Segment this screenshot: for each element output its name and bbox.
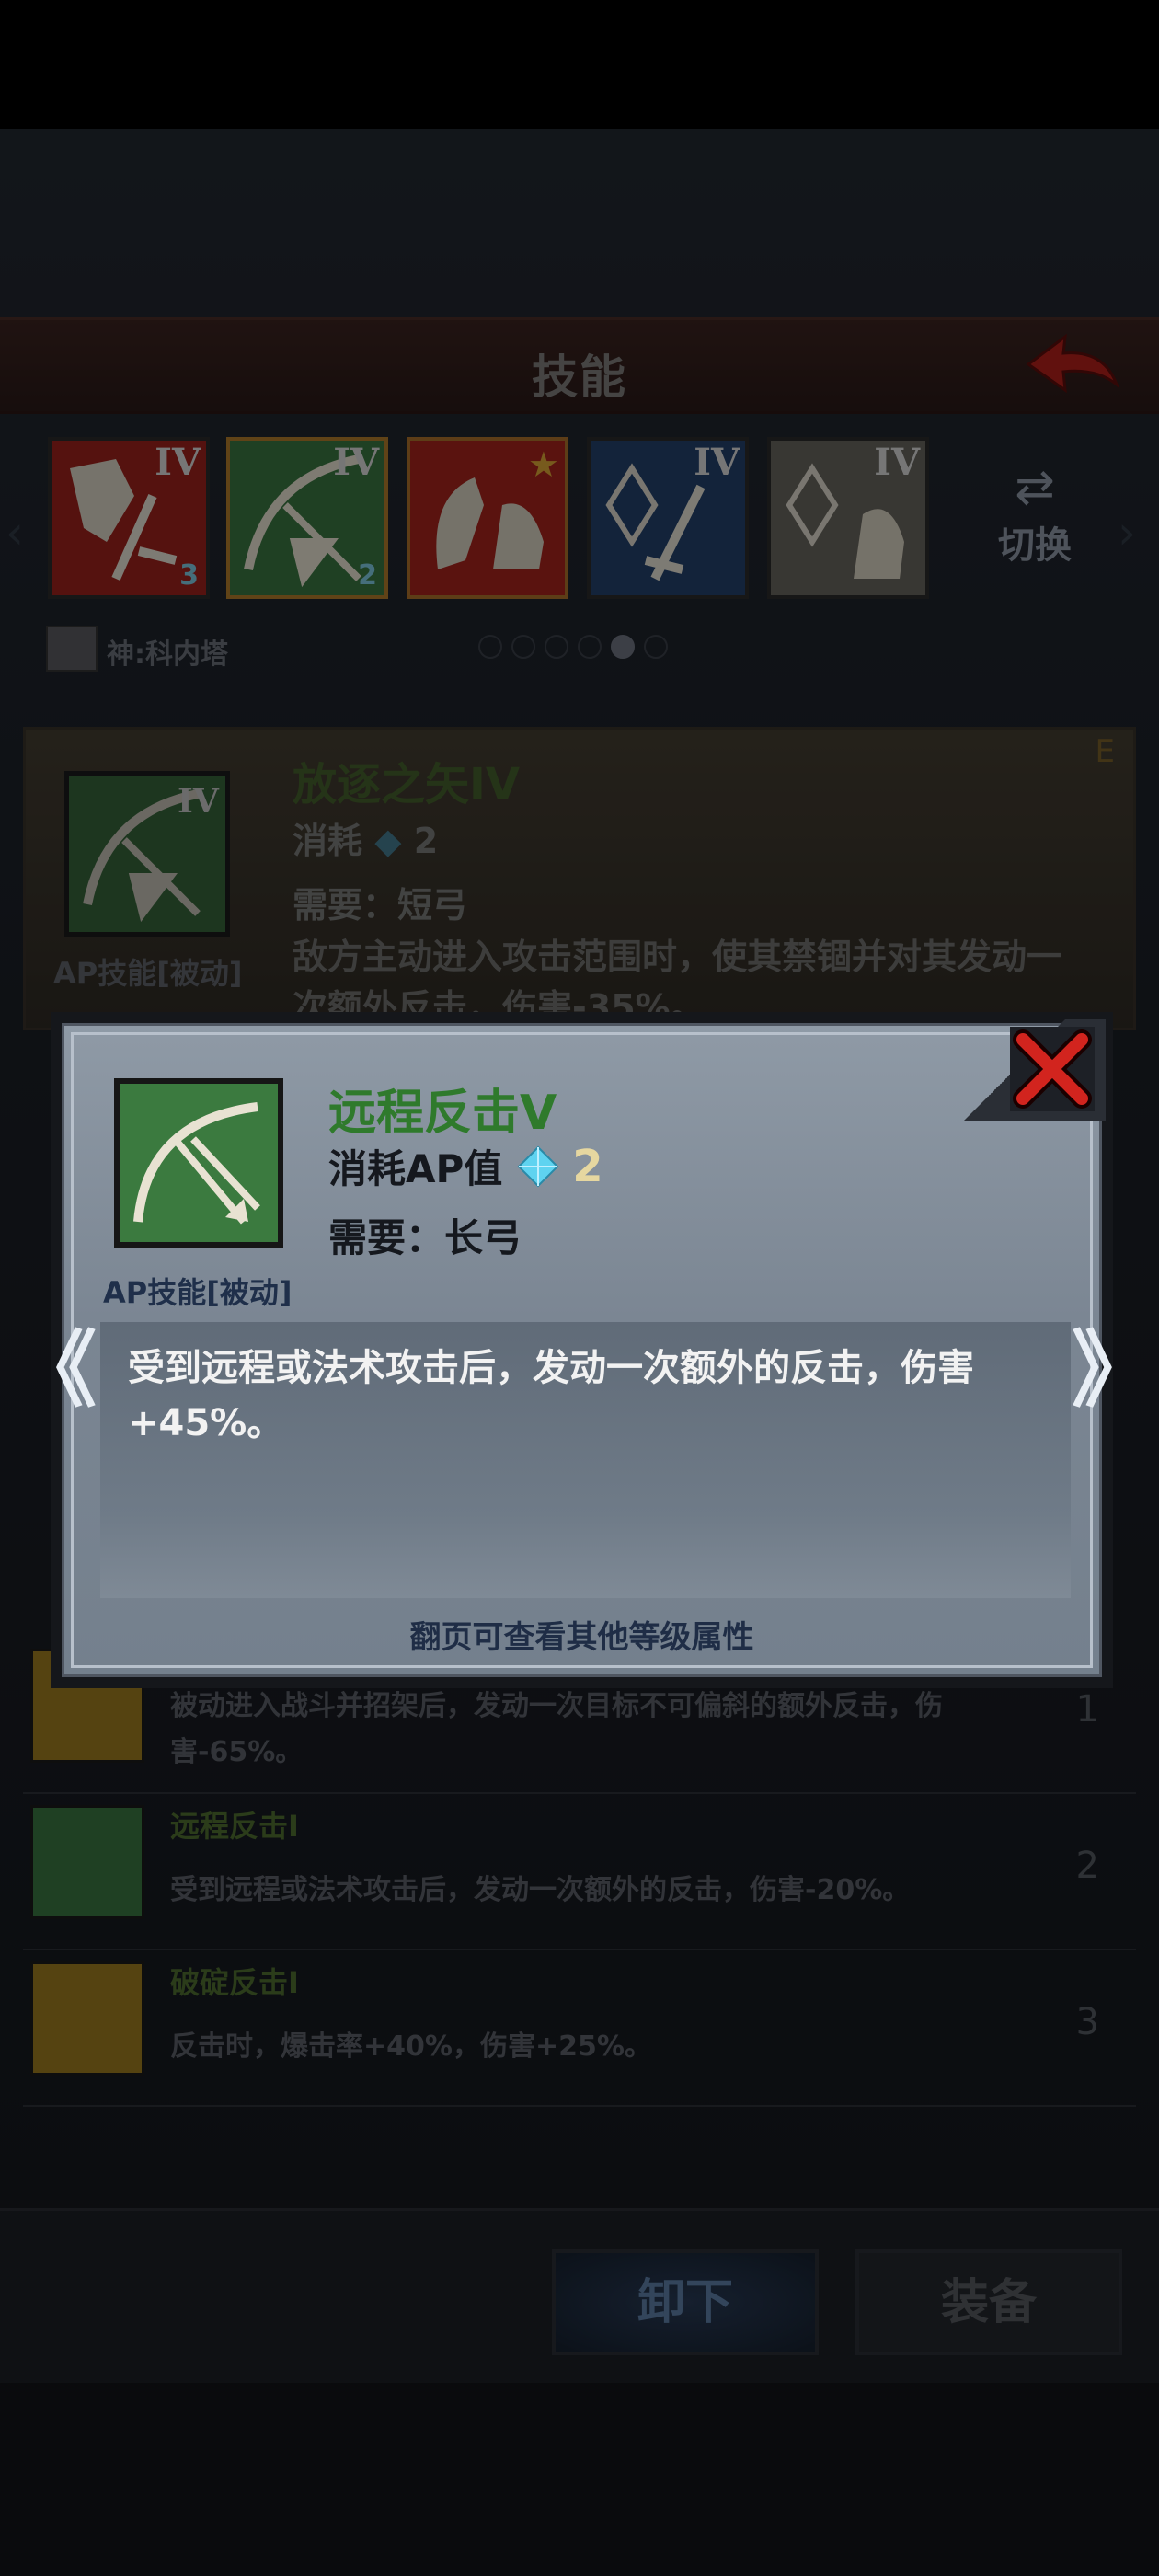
bow-arrows-icon bbox=[120, 1084, 278, 1242]
modal-skill-icon bbox=[114, 1078, 283, 1248]
nav-area bbox=[0, 2383, 1159, 2576]
status-bar bbox=[0, 0, 1159, 129]
prev-level-button[interactable]: 《 bbox=[14, 1329, 97, 1412]
cost-label: 消耗AP值 bbox=[328, 1146, 503, 1191]
close-button[interactable] bbox=[1006, 1023, 1098, 1115]
close-icon bbox=[1010, 1027, 1095, 1111]
modal-skill-requirement: 需要：长弓 bbox=[328, 1215, 522, 1260]
modal-skill-cost: 消耗AP值 2 bbox=[328, 1138, 603, 1194]
next-level-button[interactable]: 》 bbox=[1072, 1329, 1154, 1412]
page-hint: 翻页可查看其他等级属性 bbox=[409, 1619, 754, 1656]
description-panel: 受到远程或法术攻击后，发动一次额外的反击，伤害+45%。 bbox=[100, 1322, 1071, 1598]
cost-value: 2 bbox=[572, 1140, 603, 1192]
diamond-icon bbox=[517, 1145, 559, 1187]
skill-detail-dialog: AP技能[被动] 远程反击V 消耗AP值 2 需要：长弓 受到远程或法术攻击后，… bbox=[51, 1012, 1113, 1688]
modal-skill-requirement-row: 需要：长弓 bbox=[328, 1207, 522, 1263]
modal-skill-type: AP技能[被动] bbox=[103, 1275, 293, 1310]
modal-skill-name: 远程反击V bbox=[328, 1086, 557, 1141]
modal-skill-description: 受到远程或法术攻击后，发动一次额外的反击，伤害+45%。 bbox=[128, 1347, 974, 1444]
